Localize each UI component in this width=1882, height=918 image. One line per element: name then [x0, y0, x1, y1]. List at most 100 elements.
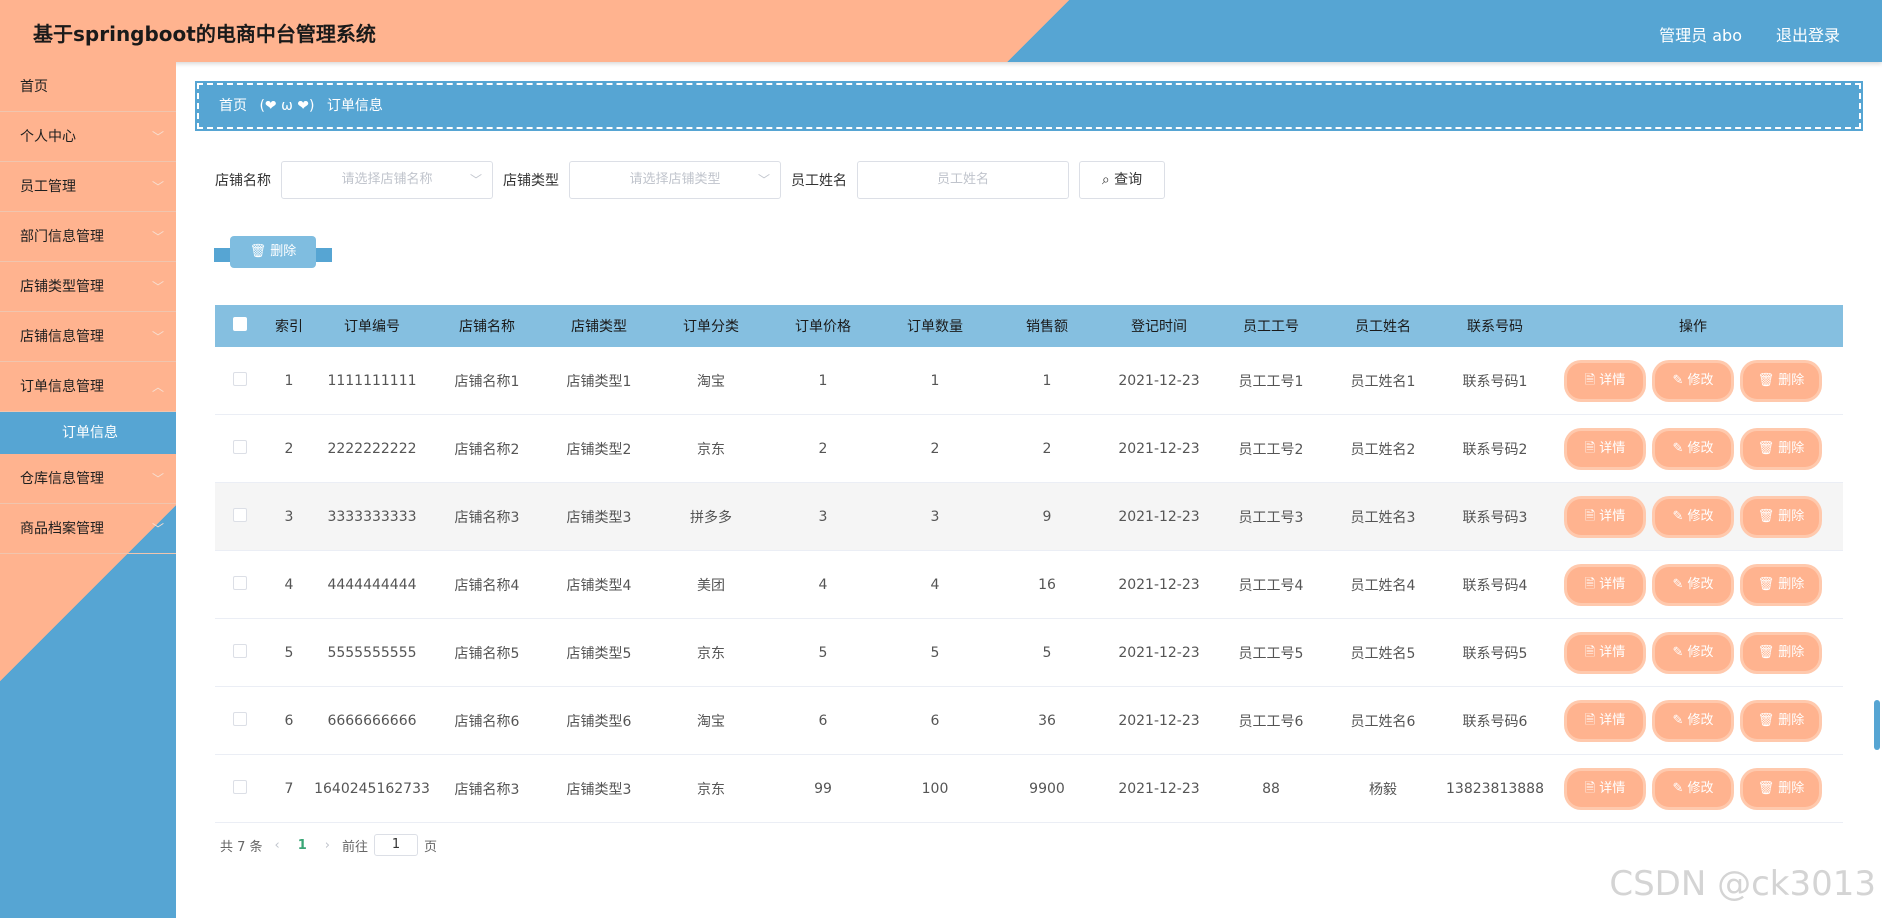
- cell-order-no: 4444444444: [327, 576, 417, 593]
- cell-employee-no: 员工工号4: [1238, 577, 1304, 594]
- table-row: 1 1111111111 店铺名称1 店铺类型1 淘宝 1 1 1 2021-12-23 员工工号…: [215, 347, 1843, 415]
- cell-sales: 16: [1038, 576, 1056, 593]
- edit-button[interactable]: ✎ 修改: [1655, 770, 1731, 807]
- cell-employee-name: 员工姓名6: [1350, 713, 1416, 730]
- cell-index: 3: [284, 508, 294, 525]
- detail-button[interactable]: 🗎 详情: [1567, 702, 1643, 739]
- chevron-down-icon: ﹀: [469, 173, 482, 187]
- sidebar-item-home[interactable]: 首页: [0, 62, 176, 112]
- row-actions: 🗎 详情 ✎ 修改 🗑 删除: [1551, 430, 1835, 467]
- row-checkbox[interactable]: [233, 507, 247, 522]
- detail-button[interactable]: 🗎 详情: [1567, 566, 1643, 603]
- delete-button[interactable]: 🗑 删除: [1743, 634, 1819, 671]
- cell-order-quantity: 2: [930, 440, 940, 457]
- sidebar-item-shop-types[interactable]: 店铺类型管理 ﹀: [0, 262, 176, 312]
- cell-employee-name: 员工姓名2: [1350, 441, 1416, 458]
- sidebar-item-products[interactable]: 商品档案管理 ﹀: [0, 504, 176, 554]
- row-checkbox[interactable]: [233, 575, 247, 590]
- sidebar-item-profile[interactable]: 个人中心 ﹀: [0, 112, 176, 162]
- cell-sales: 5: [1042, 644, 1052, 661]
- delete-button[interactable]: 🗑 删除: [1743, 430, 1819, 467]
- edit-button[interactable]: ✎ 修改: [1655, 430, 1731, 467]
- row-actions: 🗎 详情 ✎ 修改 🗑 删除: [1551, 498, 1835, 535]
- logout-link[interactable]: 退出登录: [1776, 22, 1840, 46]
- select-all-checkbox[interactable]: [233, 317, 247, 331]
- breadcrumb-separator: (❤ ω ❤): [259, 98, 315, 114]
- page-number-current[interactable]: 1: [298, 838, 307, 853]
- row-checkbox[interactable]: [233, 371, 247, 386]
- cell-phone: 联系号码1: [1462, 373, 1528, 390]
- batch-delete-button[interactable]: 🗑 删除: [230, 236, 316, 268]
- chevron-up-icon: ︿: [151, 380, 164, 394]
- cell-shop-name: 店铺名称3: [454, 509, 520, 526]
- chevron-down-icon: ﹀: [151, 230, 164, 244]
- row-checkbox[interactable]: [233, 711, 247, 726]
- header-employee-name: 员工姓名: [1355, 319, 1411, 335]
- sidebar-item-shops[interactable]: 店铺信息管理 ﹀: [0, 312, 176, 362]
- cell-employee-name: 员工姓名1: [1350, 373, 1416, 390]
- prev-page-icon[interactable]: ‹: [275, 838, 280, 853]
- scrollbar-thumb[interactable]: [1874, 700, 1880, 750]
- sidebar-subitem-order-info[interactable]: 订单信息: [0, 412, 176, 454]
- row-checkbox-cell: [215, 643, 265, 662]
- pagination: 共 7 条 ‹ 1 › 前往 1 页: [220, 834, 437, 856]
- breadcrumb: 首页 (❤ ω ❤) 订单信息: [195, 81, 1863, 131]
- edit-button[interactable]: ✎ 修改: [1655, 634, 1731, 671]
- cell-employee-name: 员工姓名3: [1350, 509, 1416, 526]
- cell-sales: 2: [1042, 440, 1052, 457]
- cell-register-time: 2021-12-23: [1118, 644, 1200, 661]
- detail-button[interactable]: 🗎 详情: [1567, 634, 1643, 671]
- cell-order-price: 6: [818, 712, 828, 729]
- chevron-down-icon: ﹀: [757, 173, 770, 187]
- next-page-icon[interactable]: ›: [325, 838, 330, 853]
- edit-button[interactable]: ✎ 修改: [1655, 702, 1731, 739]
- detail-button[interactable]: 🗎 详情: [1567, 430, 1643, 467]
- cell-register-time: 2021-12-23: [1118, 780, 1200, 797]
- row-checkbox[interactable]: [233, 643, 247, 658]
- admin-username: 管理员 abo: [1659, 26, 1742, 45]
- sidebar-item-label: 店铺信息管理: [20, 329, 104, 345]
- breadcrumb-current: 订单信息: [326, 98, 383, 114]
- cell-register-time: 2021-12-23: [1118, 576, 1200, 593]
- sidebar-item-employees[interactable]: 员工管理 ﹀: [0, 162, 176, 212]
- cell-register-time: 2021-12-23: [1118, 372, 1200, 389]
- employee-name-input[interactable]: 员工姓名: [857, 161, 1069, 199]
- delete-button[interactable]: 🗑 删除: [1743, 770, 1819, 807]
- query-button[interactable]: ⌕ 查询: [1079, 161, 1165, 199]
- row-checkbox-cell: [215, 507, 265, 526]
- edit-button[interactable]: ✎ 修改: [1655, 498, 1731, 535]
- detail-button[interactable]: 🗎 详情: [1567, 498, 1643, 535]
- cell-employee-no: 员工工号3: [1238, 509, 1304, 526]
- shop-type-select[interactable]: 请选择店铺类型 ﹀: [569, 161, 781, 199]
- cell-employee-no: 员工工号6: [1238, 713, 1304, 730]
- goto-page-input[interactable]: 1: [374, 834, 419, 856]
- cell-shop-name: 店铺名称1: [454, 373, 520, 390]
- chevron-down-icon: ﹀: [151, 130, 164, 144]
- delete-button[interactable]: 🗑 删除: [1743, 498, 1819, 535]
- breadcrumb-home[interactable]: 首页: [219, 98, 247, 114]
- sidebar-item-label: 订单信息: [62, 425, 118, 441]
- row-checkbox[interactable]: [233, 779, 247, 794]
- sidebar-item-orders[interactable]: 订单信息管理 ︿: [0, 362, 176, 412]
- cell-phone: 联系号码4: [1462, 577, 1528, 594]
- row-actions: 🗎 详情 ✎ 修改 🗑 删除: [1551, 770, 1835, 807]
- header-index: 索引: [275, 319, 303, 335]
- detail-button[interactable]: 🗎 详情: [1567, 770, 1643, 807]
- header-actions: 操作: [1679, 319, 1707, 335]
- detail-button[interactable]: 🗎 详情: [1567, 362, 1643, 399]
- shop-name-select[interactable]: 请选择店铺名称 ﹀: [281, 161, 493, 199]
- sidebar-item-warehouse[interactable]: 仓库信息管理 ﹀: [0, 454, 176, 504]
- delete-button[interactable]: 🗑 删除: [1743, 566, 1819, 603]
- edit-button[interactable]: ✎ 修改: [1655, 566, 1731, 603]
- row-checkbox[interactable]: [233, 439, 247, 454]
- cell-order-price: 4: [818, 576, 828, 593]
- sidebar-item-departments[interactable]: 部门信息管理 ﹀: [0, 212, 176, 262]
- delete-button[interactable]: 🗑 删除: [1743, 362, 1819, 399]
- cell-shop-name: 店铺名称2: [454, 441, 520, 458]
- edit-button[interactable]: ✎ 修改: [1655, 362, 1731, 399]
- cell-employee-no: 88: [1262, 780, 1280, 797]
- cell-shop-type: 店铺类型4: [566, 577, 632, 594]
- delete-button[interactable]: 🗑 删除: [1743, 702, 1819, 739]
- cell-order-price: 3: [818, 508, 828, 525]
- cell-sales: 36: [1038, 712, 1056, 729]
